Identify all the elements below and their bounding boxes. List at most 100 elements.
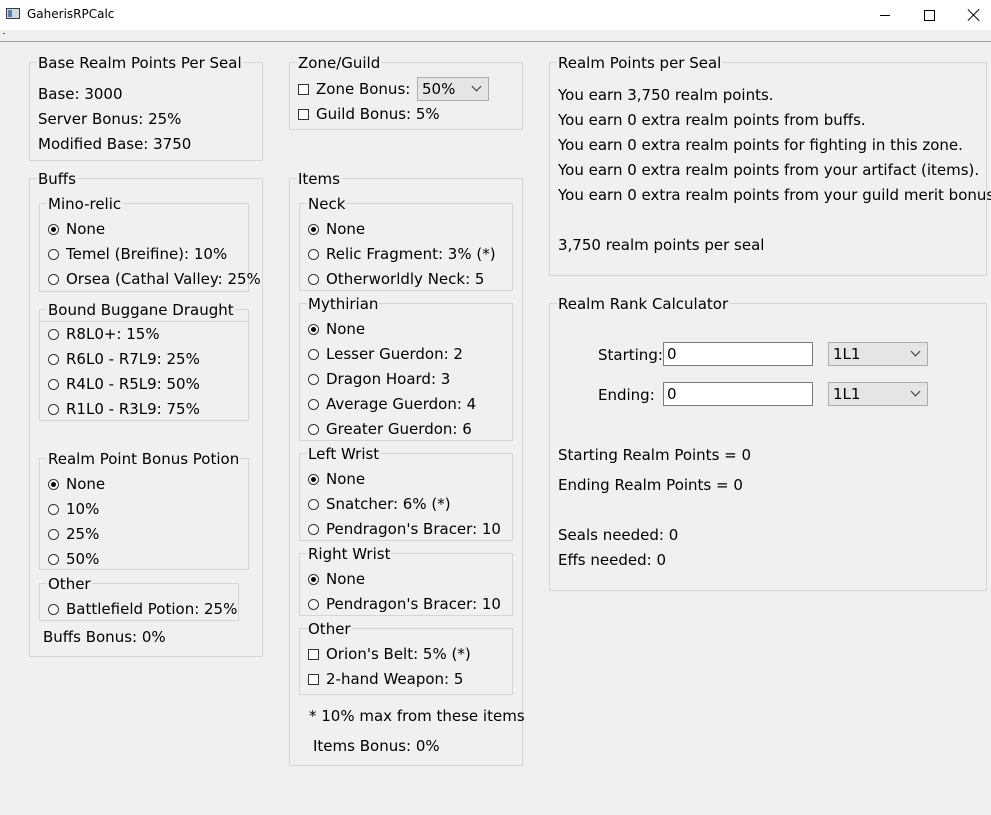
radio-icon [308, 248, 319, 260]
radio-selected-icon [48, 478, 59, 490]
modified-base: Modified Base: 3750 [38, 135, 192, 153]
option-label: 10% [66, 500, 100, 518]
checkbox-label: 2-hand Weapon: 5 [326, 670, 464, 688]
mythirian-option-dragon[interactable]: Dragon Hoard: 3 [308, 369, 450, 389]
radio-icon [48, 328, 59, 340]
left-wrist-legend: Left Wrist [307, 445, 381, 463]
items-other-legend: Other [307, 620, 352, 638]
draught-option-r1[interactable]: R1L0 - R3L9: 75% [48, 399, 200, 419]
radio-icon [48, 353, 59, 365]
radio-icon [308, 498, 319, 510]
mythirian-option-lesser[interactable]: Lesser Guerdon: 2 [308, 344, 463, 364]
dropdown-value: 50% [422, 80, 456, 98]
draught-option-r4[interactable]: R4L0 - R5L9: 50% [48, 374, 200, 394]
radio-selected-icon [308, 223, 319, 235]
rp-line-base: You earn 3,750 realm points. [558, 86, 774, 104]
close-icon [968, 9, 980, 21]
radio-icon [308, 398, 319, 410]
rp-total: 3,750 realm points per seal [558, 236, 765, 254]
starting-rp-result: Starting Realm Points = 0 [558, 446, 752, 464]
radio-icon [48, 248, 59, 260]
menu-divider [0, 41, 991, 42]
mythirian-option-greater[interactable]: Greater Guerdon: 6 [308, 419, 472, 439]
neck-legend: Neck [307, 195, 347, 213]
maximize-button[interactable] [906, 0, 952, 30]
radio-icon [48, 553, 59, 565]
potion-option-25[interactable]: 25% [48, 524, 99, 544]
neck-option-none[interactable]: None [308, 219, 365, 239]
left-wrist-option-snatcher[interactable]: Snatcher: 6% (*) [308, 494, 451, 514]
orions-belt-checkbox[interactable]: Orion's Belt: 5% (*) [308, 644, 471, 664]
guild-bonus-checkbox[interactable]: Guild Bonus: 5% [298, 104, 440, 124]
potion-legend: Realm Point Bonus Potion [47, 450, 241, 468]
draught-option-r8[interactable]: R8L0+: 15% [48, 324, 160, 344]
radio-icon [308, 523, 319, 535]
option-label: Pendragon's Bracer: 10 [326, 520, 501, 538]
option-label: 25% [66, 525, 100, 543]
option-label: Temel (Breifine): 10% [66, 245, 228, 263]
zone-bonus-checkbox[interactable]: Zone Bonus: [298, 79, 410, 99]
starting-rank-dropdown[interactable]: 1L1 [828, 342, 928, 366]
draught-legend: Bound Buggane Draught [47, 301, 235, 319]
option-label: None [326, 220, 366, 238]
radio-selected-icon [308, 323, 319, 335]
minimize-icon [880, 14, 890, 16]
maximize-icon [923, 9, 935, 21]
radio-selected-icon [308, 573, 319, 585]
radio-icon [48, 603, 59, 615]
items-bonus: Items Bonus: 0% [313, 737, 440, 755]
mythirian-option-none[interactable]: None [308, 319, 365, 339]
option-label: R6L0 - R7L9: 25% [66, 350, 200, 368]
checkbox-icon [308, 648, 319, 660]
potion-option-10[interactable]: 10% [48, 499, 99, 519]
rp-line-artifact: You earn 0 extra realm points from your … [558, 161, 980, 179]
option-label: Battlefield Potion: 25% [66, 600, 238, 618]
base-rp-legend: Base Realm Points Per Seal [37, 54, 243, 72]
left-wrist-option-none[interactable]: None [308, 469, 365, 489]
draught-divider [40, 321, 248, 322]
buffs-legend: Buffs [37, 170, 77, 188]
app-icon [6, 8, 20, 19]
zone-bonus-dropdown[interactable]: 50% [417, 77, 489, 101]
option-label: Average Guerdon: 4 [326, 395, 477, 413]
option-label: Orsea (Cathal Valley: 25% [66, 270, 261, 288]
title-bar: GaherisRPCalc [0, 0, 991, 30]
minimize-button[interactable] [862, 0, 908, 30]
items-note: * 10% max from these items [309, 707, 525, 725]
neck-option-relic-fragment[interactable]: Relic Fragment: 3% (*) [308, 244, 496, 264]
two-hand-weapon-checkbox[interactable]: 2-hand Weapon: 5 [308, 669, 463, 689]
rp-per-seal-legend: Realm Points per Seal [557, 54, 723, 72]
radio-selected-icon [308, 473, 319, 485]
radio-icon [308, 423, 319, 435]
option-label: 50% [66, 550, 100, 568]
neck-option-otherworldly[interactable]: Otherworldly Neck: 5 [308, 269, 484, 289]
ending-input[interactable]: 0 [663, 382, 813, 406]
effs-needed: Effs needed: 0 [558, 551, 666, 569]
rp-line-guild: You earn 0 extra realm points from your … [558, 186, 991, 204]
starting-input[interactable]: 0 [663, 342, 813, 366]
radio-icon [48, 503, 59, 515]
potion-option-50[interactable]: 50% [48, 549, 99, 569]
close-button[interactable] [951, 0, 991, 30]
option-label: Dragon Hoard: 3 [326, 370, 451, 388]
left-wrist-option-pendragon[interactable]: Pendragon's Bracer: 10 [308, 519, 501, 539]
right-wrist-option-none[interactable]: None [308, 569, 365, 589]
mino-option-temel[interactable]: Temel (Breifine): 10% [48, 244, 227, 264]
rp-line-zone: You earn 0 extra realm points for fighti… [558, 136, 963, 154]
mythirian-legend: Mythirian [307, 295, 380, 313]
option-label: None [66, 475, 106, 493]
mino-relic-legend: Mino-relic [47, 195, 123, 213]
option-label: None [326, 470, 366, 488]
potion-option-none[interactable]: None [48, 474, 105, 494]
right-wrist-option-pendragon[interactable]: Pendragon's Bracer: 10 [308, 594, 501, 614]
battlefield-potion-option[interactable]: Battlefield Potion: 25% [48, 599, 237, 619]
draught-option-r6[interactable]: R6L0 - R7L9: 25% [48, 349, 200, 369]
radio-icon [308, 598, 319, 610]
checkbox-icon [298, 83, 309, 95]
mythirian-option-average[interactable]: Average Guerdon: 4 [308, 394, 476, 414]
option-label: Relic Fragment: 3% (*) [326, 245, 496, 263]
ending-rank-dropdown[interactable]: 1L1 [828, 382, 928, 406]
server-bonus: Server Bonus: 25% [38, 110, 182, 128]
mino-option-none[interactable]: None [48, 219, 105, 239]
mino-option-orsea[interactable]: Orsea (Cathal Valley: 25% [48, 269, 261, 289]
